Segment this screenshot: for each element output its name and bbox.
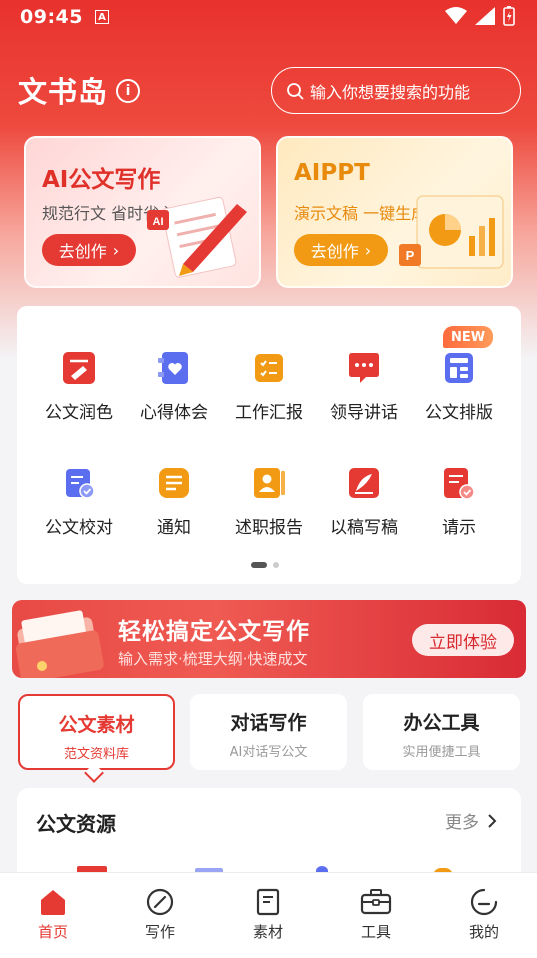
page-dot [273, 562, 279, 568]
card-title: AIPPT [294, 160, 370, 186]
header: 文书岛 i 输入你想要搜索的功能 [18, 67, 521, 114]
ai-writing-card[interactable]: AI公文写作 规范行文 省时省心 去创作 › AI [24, 136, 261, 288]
grid-item-work-report[interactable]: 工作汇报 [219, 346, 319, 436]
heart-note-icon [158, 352, 188, 384]
folder-illustration [15, 610, 104, 678]
more-link[interactable]: 更多 [445, 808, 497, 833]
request-doc-icon [444, 468, 475, 500]
info-icon[interactable]: i [116, 79, 140, 103]
search-icon [287, 82, 304, 99]
grid-label: 公文润色 [45, 403, 113, 423]
bottom-nav: 首页 写作 素材 工具 我的 [0, 872, 537, 958]
grid-item-reflection[interactable]: 心得体会 [124, 346, 224, 436]
promo-subtitle: 输入需求·梳理大纲·快速成文 [118, 650, 308, 668]
proofread-icon [66, 469, 95, 499]
status-indicators [445, 6, 515, 26]
grid-label: 心得体会 [140, 403, 208, 423]
chevron-right-icon [488, 813, 497, 828]
grid-item-leader-speech[interactable]: 领导讲话 [314, 346, 414, 436]
grid-label: 通知 [157, 518, 191, 538]
nav-label: 我的 [468, 923, 499, 941]
tab-office-tools[interactable]: 办公工具 实用便捷工具 [363, 694, 520, 770]
grid-item-layout[interactable]: 公文排版 [409, 346, 509, 436]
home-icon [41, 890, 65, 915]
create-button[interactable]: 去创作 › [294, 234, 388, 266]
polish-icon [63, 352, 95, 384]
ppt-badge-text: P [406, 248, 415, 263]
wifi-icon [445, 7, 467, 24]
battery-icon [503, 6, 515, 26]
grid-label: 述职报告 [235, 518, 303, 538]
presentation-chart-illustration: P [399, 195, 504, 269]
tab-subtitle: 范文资料库 [63, 747, 129, 762]
nav-home[interactable]: 首页 [13, 887, 93, 942]
grid-item-proofread[interactable]: 公文校对 [29, 461, 129, 551]
tab-title: 公文素材 [58, 714, 135, 736]
section-title: 公文资源 [36, 812, 116, 836]
signal-icon [475, 7, 495, 25]
nav-label: 工具 [360, 923, 391, 941]
checklist-icon [255, 354, 283, 382]
tab-subtitle: 实用便捷工具 [402, 745, 481, 760]
pen-draft-icon [349, 468, 379, 498]
grid-item-draft-rewrite[interactable]: 以稿写稿 [314, 461, 414, 551]
grid-label: 公文排版 [425, 403, 493, 423]
create-button-label: 去创作 [310, 242, 359, 261]
ai-badge-text: AI [153, 216, 164, 228]
status-time: 09:45 [20, 6, 83, 28]
card-title: AI公文写作 [42, 167, 161, 193]
create-button[interactable]: 去创作 › [42, 234, 136, 266]
grid-item-polish[interactable]: 公文润色 [29, 346, 129, 436]
aippt-card[interactable]: AIPPT 演示文稿 一键生成 去创作 › P [276, 136, 513, 288]
grid-item-notice[interactable]: 通知 [124, 461, 224, 551]
grid-label: 领导讲话 [330, 403, 398, 423]
toolbox-icon [360, 889, 392, 915]
promo-banner[interactable]: 轻松搞定公文写作 输入需求·梳理大纲·快速成文 立即体验 [12, 600, 526, 678]
grid-label: 工作汇报 [235, 403, 303, 423]
grid-label: 请示 [442, 518, 476, 538]
try-now-button[interactable]: 立即体验 [412, 624, 514, 656]
nav-tools[interactable]: 工具 [336, 887, 416, 942]
notification-app-icon: A [94, 10, 109, 24]
feature-grid: NEW 公文润色 心得体会 工作汇报 领导讲话 公文排版 公文校对 通知 述职报… [17, 306, 521, 584]
chevron-right-icon: › [364, 240, 372, 260]
grid-item-work-summary[interactable]: 述职报告 [219, 461, 319, 551]
grid-item-request[interactable]: 请示 [409, 461, 509, 551]
nav-label: 首页 [37, 923, 68, 941]
nav-write[interactable]: 写作 [120, 887, 200, 942]
person-report-icon [254, 468, 285, 498]
write-icon [146, 888, 174, 916]
tab-title: 对话写作 [230, 712, 307, 734]
notice-icon [159, 468, 189, 498]
profile-icon [470, 888, 498, 916]
grid-label: 以稿写稿 [330, 518, 398, 538]
search-input[interactable]: 输入你想要搜索的功能 [271, 67, 521, 114]
grid-label: 公文校对 [45, 518, 113, 538]
speech-bubble-icon [349, 353, 379, 383]
create-button-label: 去创作 [58, 242, 107, 261]
document-pen-illustration: AI [147, 196, 247, 278]
tab-subtitle: AI对话写公文 [229, 745, 308, 760]
layout-icon [445, 353, 473, 383]
nav-label: 写作 [144, 923, 175, 941]
promo-title: 轻松搞定公文写作 [118, 619, 310, 645]
chevron-right-icon: › [112, 240, 120, 260]
page-dot-active [251, 562, 267, 568]
page-indicator [251, 562, 279, 568]
tab-documents[interactable]: 公文素材 范文资料库 [18, 694, 175, 770]
new-badge: NEW [443, 326, 493, 348]
material-icon [256, 888, 280, 916]
search-placeholder: 输入你想要搜索的功能 [310, 82, 471, 102]
nav-materials[interactable]: 素材 [228, 887, 308, 942]
nav-profile[interactable]: 我的 [444, 887, 524, 942]
app-title: 文书岛 [18, 75, 109, 109]
tab-dialog-writing[interactable]: 对话写作 AI对话写公文 [190, 694, 347, 770]
nav-label: 素材 [252, 923, 283, 941]
more-label: 更多 [445, 813, 479, 833]
tab-title: 办公工具 [403, 712, 480, 734]
status-bar: 09:45 A [0, 0, 537, 34]
